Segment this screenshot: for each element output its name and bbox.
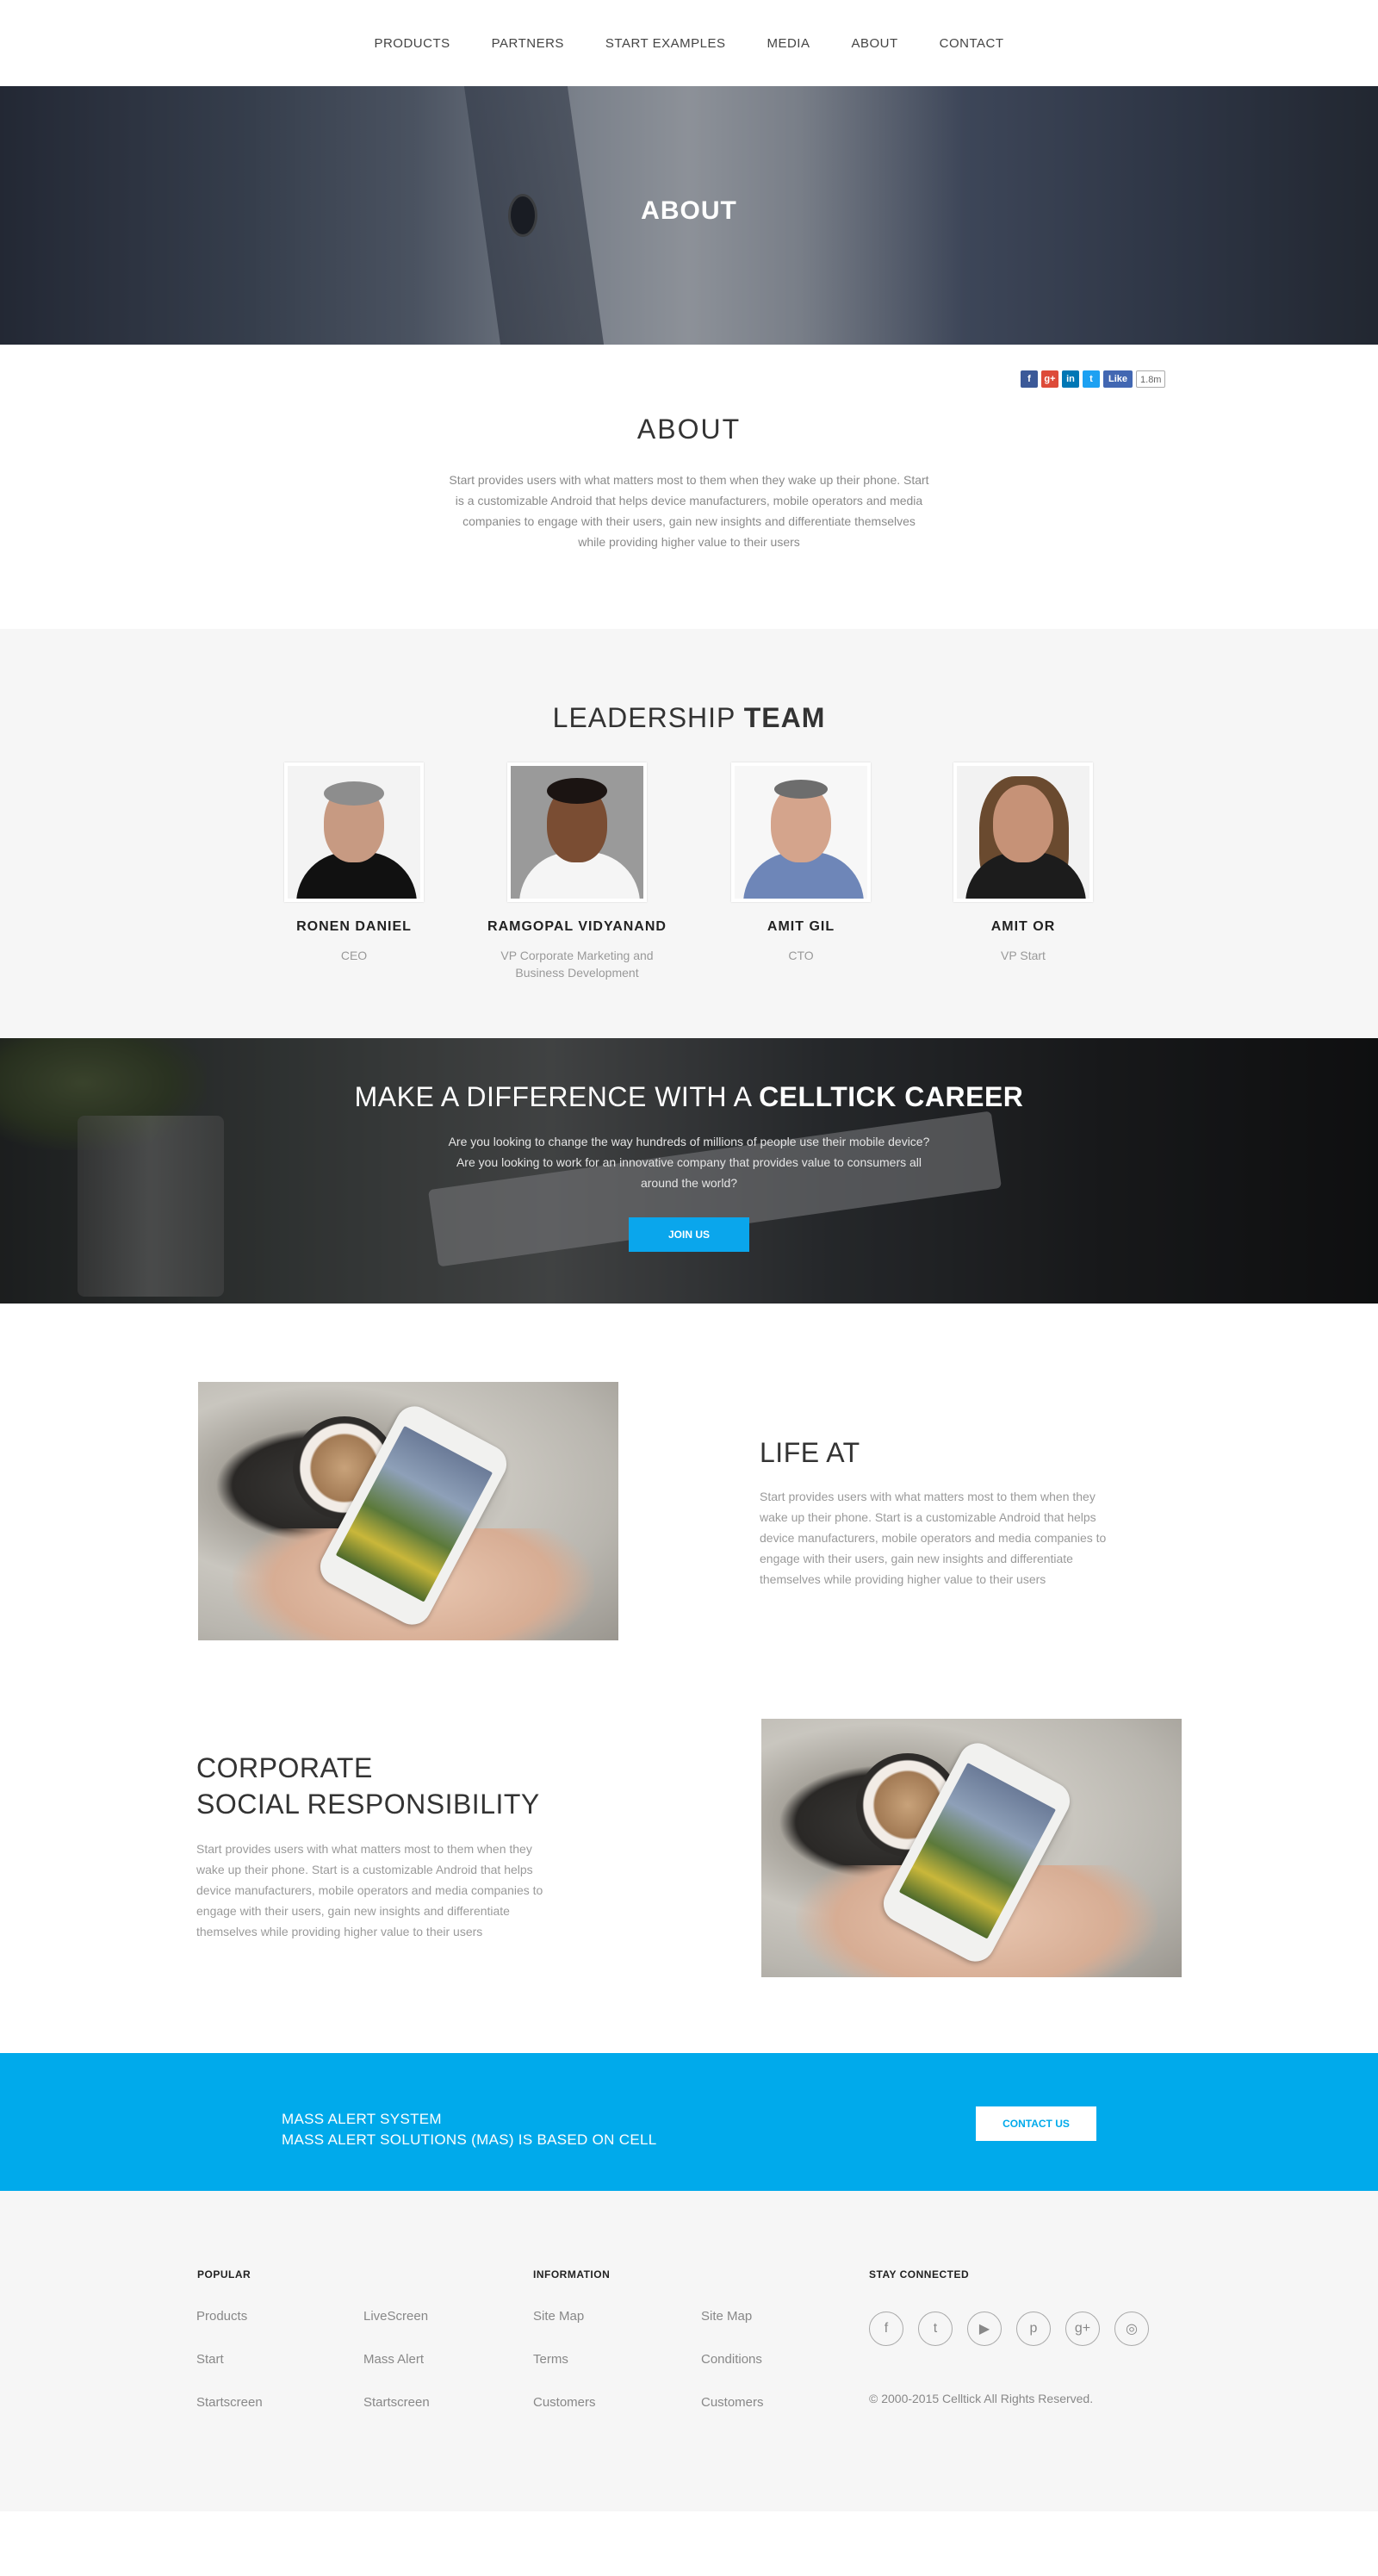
join-us-button[interactable]: JOIN US <box>629 1217 749 1252</box>
csr-text: Start provides users with what matters m… <box>196 1842 543 1938</box>
facebook-share-icon[interactable]: f <box>1021 370 1038 388</box>
main-nav: PRODUCTS PARTNERS START EXAMPLES MEDIA A… <box>0 0 1378 86</box>
career-text: Are you looking to change the way hundre… <box>448 1135 930 1190</box>
avatar <box>284 762 424 902</box>
footer-information-heading: INFORMATION <box>533 2268 611 2280</box>
avatar <box>731 762 871 902</box>
mass-alert-band: MASS ALERT SYSTEM MASS ALERT SOLUTIONS (… <box>0 2053 1378 2191</box>
csr-title-line1: CORPORATE <box>196 1752 373 1783</box>
leader-card: RONEN DANIEL CEO <box>259 762 449 964</box>
csr-image <box>761 1719 1182 1977</box>
footer-link[interactable]: Startscreen <box>196 2395 263 2410</box>
facebook-like-button[interactable]: Like <box>1103 370 1133 388</box>
linkedin-share-icon[interactable]: in <box>1062 370 1079 388</box>
nav-partners[interactable]: PARTNERS <box>492 36 564 51</box>
leader-card: AMIT GIL CTO <box>706 762 896 964</box>
youtube-icon[interactable]: ▶ <box>967 2312 1002 2346</box>
life-image <box>198 1382 618 1640</box>
about-text: Start provides users with what matters m… <box>449 473 929 549</box>
life-text: Start provides users with what matters m… <box>760 1490 1107 1586</box>
leader-card: RAMGOPAL VIDYANAND VP Corporate Marketin… <box>482 762 672 981</box>
about-title: ABOUT <box>636 414 742 445</box>
leader-role: VP Start <box>1001 949 1046 962</box>
like-count-badge: 1.8m <box>1136 370 1166 388</box>
instagram-icon[interactable]: ◎ <box>1114 2312 1149 2346</box>
leader-name: RONEN DANIEL <box>296 919 412 934</box>
social-share-bar: f g+ in t Like 1.8m <box>1021 370 1166 388</box>
footer-link[interactable]: Customers <box>701 2395 764 2410</box>
avatar-face <box>993 785 1053 862</box>
career-banner: MAKE A DIFFERENCE WITH A CELLTICK CAREER… <box>0 1038 1378 1304</box>
footer-link[interactable]: Terms <box>533 2352 568 2367</box>
nav-contact[interactable]: CONTACT <box>940 36 1004 51</box>
hero-banner: ABOUT <box>0 86 1378 345</box>
mas-line2: MASS ALERT SOLUTIONS (MAS) IS BASED ON C… <box>282 2131 657 2148</box>
leader-card: AMIT OR VP Start <box>928 762 1118 964</box>
like-label: Like <box>1108 374 1128 384</box>
nav-start-examples[interactable]: START EXAMPLES <box>605 36 726 51</box>
leader-role: CEO <box>340 949 368 962</box>
footer-link[interactable]: Conditions <box>701 2352 762 2367</box>
avatar <box>507 762 647 902</box>
leader-name: RAMGOPAL VIDYANAND <box>487 919 667 934</box>
footer-stay-connected-heading: STAY CONNECTED <box>869 2268 970 2280</box>
footer-link[interactable]: Customers <box>533 2395 596 2410</box>
footer-popular-heading: POPULAR <box>197 2268 251 2280</box>
footer-link[interactable]: Start <box>196 2352 224 2367</box>
leadership-title-light: LEADERSHIP <box>552 702 744 733</box>
leadership-title-bold: TEAM <box>743 702 826 733</box>
avatar-hair <box>324 781 384 806</box>
google-plus-share-icon[interactable]: g+ <box>1041 370 1058 388</box>
nav-about[interactable]: ABOUT <box>851 36 897 51</box>
footer-link[interactable]: Products <box>196 2309 247 2324</box>
life-title: LIFE AT <box>760 1437 860 1468</box>
pinterest-icon[interactable]: p <box>1016 2312 1051 2346</box>
mas-line1: MASS ALERT SYSTEM <box>282 2111 442 2127</box>
avatar <box>953 762 1093 902</box>
career-title-light: MAKE A DIFFERENCE WITH A <box>354 1081 760 1112</box>
hero-title: ABOUT <box>641 196 737 225</box>
csr-title-line2: SOCIAL RESPONSIBILITY <box>196 1789 540 1820</box>
footer-link[interactable]: Site Map <box>533 2309 584 2324</box>
leadership-title: LEADERSHIP TEAM <box>0 702 1378 734</box>
footer: POPULAR Products Start Startscreen LiveS… <box>0 2191 1378 2511</box>
career-title-bold: CELLTICK CAREER <box>759 1081 1024 1112</box>
avatar-hair <box>774 780 828 799</box>
leader-role: CTO <box>788 949 814 962</box>
avatar-hair <box>547 778 607 804</box>
career-title: MAKE A DIFFERENCE WITH A CELLTICK CAREER <box>0 1081 1378 1113</box>
leader-name: AMIT GIL <box>767 919 835 934</box>
footer-link[interactable]: Site Map <box>701 2309 752 2324</box>
facebook-icon[interactable]: f <box>869 2312 903 2346</box>
nav-products[interactable]: PRODUCTS <box>374 36 450 51</box>
copyright: © 2000-2015 Celltick All Rights Reserved… <box>869 2392 1094 2405</box>
google-plus-icon[interactable]: g+ <box>1065 2312 1100 2346</box>
twitter-share-icon[interactable]: t <box>1083 370 1100 388</box>
nav-media[interactable]: MEDIA <box>767 36 810 51</box>
leadership-section: LEADERSHIP TEAM RONEN DANIEL CEO RAMGOPA… <box>0 629 1378 1038</box>
leader-name: AMIT OR <box>990 919 1056 934</box>
footer-link[interactable]: LiveScreen <box>363 2309 428 2324</box>
twitter-icon[interactable]: t <box>918 2312 953 2346</box>
contact-us-button[interactable]: CONTACT US <box>976 2106 1096 2141</box>
leader-role: VP Corporate Marketing and Business Deve… <box>500 949 654 980</box>
footer-social-icons: f t ▶ p g+ ◎ <box>869 2312 1149 2346</box>
footer-link[interactable]: Mass Alert <box>363 2352 424 2367</box>
footer-link[interactable]: Startscreen <box>363 2395 430 2410</box>
